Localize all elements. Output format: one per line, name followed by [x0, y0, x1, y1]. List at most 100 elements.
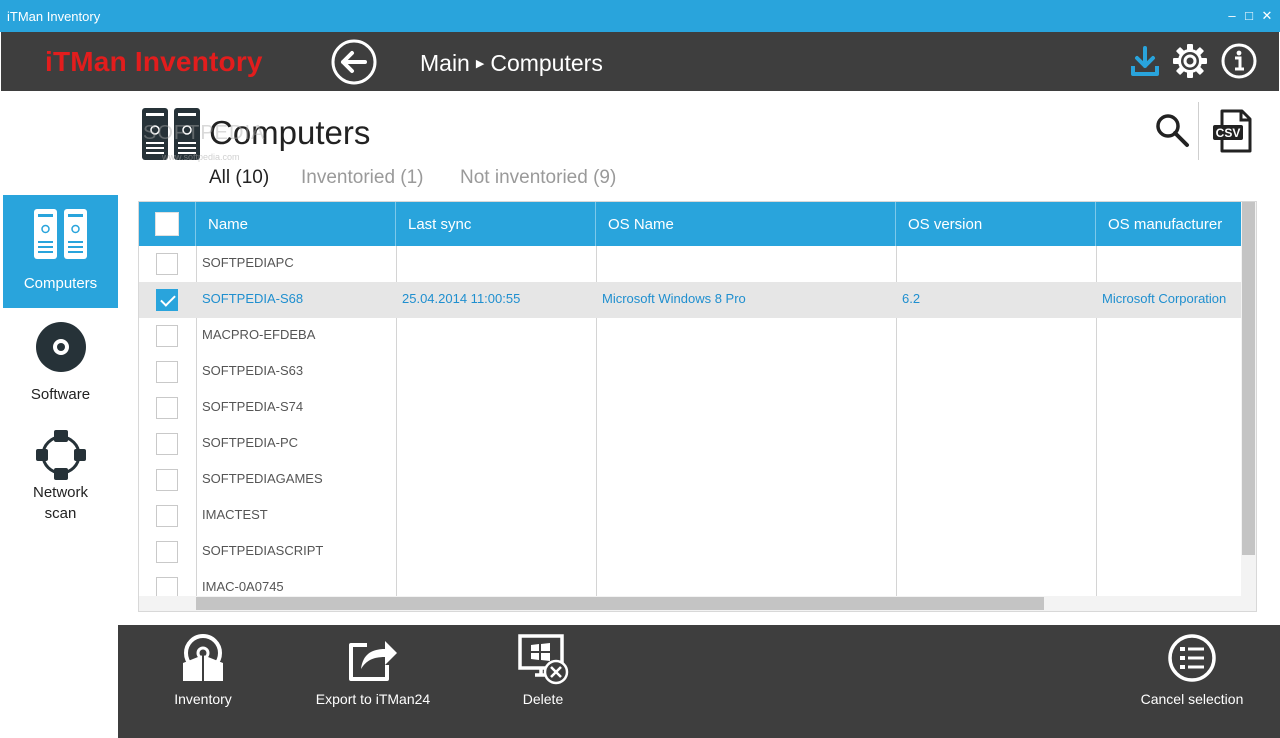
close-button[interactable]: ✕: [1259, 6, 1275, 26]
cell-os-name: [596, 318, 896, 354]
cell-os-manufacturer: [1096, 354, 1241, 390]
column-header-os-name[interactable]: OS Name: [596, 202, 896, 246]
cell-name: IMACTEST: [202, 507, 268, 522]
disc-icon: [35, 322, 86, 372]
breadcrumb-computers: Computers: [490, 50, 603, 76]
row-checkbox[interactable]: [156, 253, 178, 275]
cancel-selection-list-icon: [1168, 634, 1216, 682]
row-checkbox[interactable]: [156, 469, 178, 491]
search-icon[interactable]: [1152, 110, 1192, 150]
cell-name: SOFTPEDIA-S74: [202, 399, 304, 414]
maximize-button[interactable]: □: [1241, 6, 1257, 26]
cell-name: SOFTPEDIASCRIPT: [202, 543, 324, 558]
window-title: iTMan Inventory: [7, 9, 101, 24]
cell-os-manufacturer: [1096, 318, 1241, 354]
window-title-bar: iTMan Inventory – □ ✕: [0, 0, 1280, 32]
cell-last-sync: [396, 354, 596, 390]
row-checkbox[interactable]: [156, 289, 178, 311]
cell-name: SOFTPEDIA-S68: [202, 291, 304, 306]
cell-last-sync: [396, 498, 596, 534]
cell-os-version: [896, 462, 1096, 498]
table-row[interactable]: SOFTPEDIA-S68 25.04.2014 11:00:55 Microsof…: [139, 282, 1241, 318]
cell-last-sync: [396, 426, 596, 462]
export-label: Export to iTMan24: [315, 691, 431, 707]
cell-os-manufacturer: [1096, 390, 1241, 426]
sidebar-item-software[interactable]: Software: [3, 313, 118, 411]
column-header-name[interactable]: Name: [196, 202, 396, 246]
sidebar-item-label-line1: Network: [32, 484, 88, 501]
cell-last-sync: [396, 390, 596, 426]
column-header-os-manufacturer[interactable]: OS manufacturer: [1096, 202, 1241, 246]
row-checkbox[interactable]: [156, 397, 178, 419]
header-divider: [1198, 102, 1199, 160]
inventory-disc-icon: [183, 634, 223, 681]
download-icon[interactable]: [1126, 42, 1164, 80]
horizontal-scrollbar-thumb[interactable]: [196, 597, 1044, 610]
cell-os-name: [596, 246, 896, 282]
cell-os-version: [896, 390, 1096, 426]
row-checkbox[interactable]: [156, 325, 178, 347]
csv-export-icon[interactable]: CSV: [1210, 108, 1254, 154]
cell-os-version: [896, 318, 1096, 354]
column-header-os-version[interactable]: OS version: [896, 202, 1096, 246]
breadcrumb-main[interactable]: Main: [420, 50, 470, 76]
filter-not-inventoried[interactable]: Not inventoried (9): [460, 167, 616, 189]
sidebar-item-computers[interactable]: Computers: [3, 195, 118, 308]
table-row[interactable]: IMACTEST: [139, 498, 1241, 534]
breadcrumb-separator-icon: ▶: [475, 58, 485, 70]
delete-label: Delete: [522, 691, 564, 707]
cell-last-sync: 25.04.2014 11:00:55: [402, 291, 521, 306]
table-header: Name Last sync OS Name OS version OS man…: [139, 202, 1241, 246]
table-row[interactable]: SOFTPEDIAPC: [139, 246, 1241, 282]
table-row[interactable]: SOFTPEDIA-PC: [139, 426, 1241, 462]
header-select-cell: [139, 202, 196, 246]
gear-icon[interactable]: [1171, 42, 1209, 80]
export-button[interactable]: Export to iTMan24: [303, 625, 443, 738]
cell-os-manufacturer: [1096, 426, 1241, 462]
cell-name: SOFTPEDIA-PC: [202, 435, 299, 450]
sidebar-item-label: Software: [30, 386, 91, 403]
csv-label: CSV: [1216, 126, 1241, 140]
inventory-button[interactable]: Inventory: [148, 625, 258, 738]
vertical-scrollbar-thumb[interactable]: [1242, 202, 1255, 555]
export-share-icon: [349, 641, 397, 681]
filter-inventoried[interactable]: Inventoried (1): [301, 167, 424, 189]
network-scan-icon: [35, 430, 86, 480]
sidebar-item-label: Computers: [23, 275, 98, 292]
row-checkbox[interactable]: [156, 433, 178, 455]
cell-os-name: [596, 462, 896, 498]
cell-os-version: [896, 246, 1096, 282]
app-title: iTMan Inventory: [45, 46, 263, 77]
cell-name: SOFTPEDIAPC: [202, 255, 294, 270]
table-row[interactable]: SOFTPEDIA-S74: [139, 390, 1241, 426]
select-all-checkbox[interactable]: [155, 212, 179, 236]
table-row[interactable]: SOFTPEDIAGAMES: [139, 462, 1241, 498]
cell-os-name: [596, 390, 896, 426]
delete-button[interactable]: Delete: [493, 625, 593, 738]
table-row[interactable]: MACPRO-EFDEBA: [139, 318, 1241, 354]
cell-last-sync: [396, 462, 596, 498]
table-row[interactable]: SOFTPEDIA-S63: [139, 354, 1241, 390]
row-checkbox[interactable]: [156, 541, 178, 563]
cell-os-name: [596, 498, 896, 534]
table-row[interactable]: SOFTPEDIASCRIPT: [139, 534, 1241, 570]
bottom-toolbar: Inventory Export to iTMan24 Delete Cance…: [118, 625, 1280, 738]
cancel-selection-button[interactable]: Cancel selection: [1132, 625, 1252, 738]
minimize-button[interactable]: –: [1224, 6, 1240, 26]
delete-computer-icon: [518, 634, 569, 685]
info-icon[interactable]: [1220, 42, 1258, 80]
row-checkbox[interactable]: [156, 505, 178, 527]
back-arrow-icon[interactable]: [330, 38, 378, 86]
sidebar: Computers Software Network scan: [1, 91, 118, 738]
row-checkbox[interactable]: [156, 361, 178, 383]
app-header: iTMan Inventory Main ▶ Computers: [1, 32, 1279, 91]
cell-last-sync: [396, 318, 596, 354]
filter-all[interactable]: All (10): [209, 167, 269, 189]
cell-os-version: [896, 354, 1096, 390]
sidebar-item-network-scan[interactable]: Network scan: [3, 421, 118, 531]
computers-icon: [33, 209, 87, 259]
column-header-last-sync[interactable]: Last sync: [396, 202, 596, 246]
cell-os-manufacturer: [1096, 534, 1241, 570]
cell-os-version: [896, 498, 1096, 534]
inventory-label: Inventory: [174, 691, 232, 707]
